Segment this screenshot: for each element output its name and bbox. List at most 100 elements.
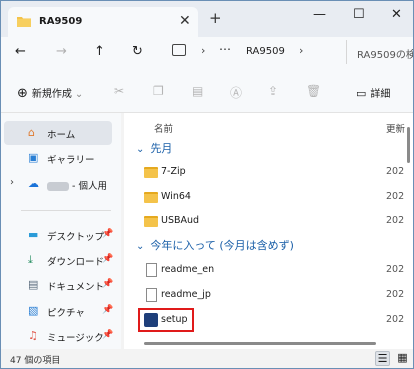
item-count: 47 個の項目 — [10, 356, 61, 366]
delete-icon[interactable]: 🗑 — [306, 84, 321, 98]
copy-icon[interactable]: ❐ — [153, 84, 164, 98]
list-item[interactable]: 7-Zip 202 — [144, 161, 413, 185]
cut-icon[interactable]: ✂ — [114, 84, 124, 98]
folder-icon — [144, 192, 158, 203]
folder-icon — [144, 167, 158, 178]
group-header[interactable]: ⌄ 今年に入って (今月は含めず) — [136, 237, 294, 253]
group-header[interactable]: ⌄ 先月 — [136, 140, 172, 156]
sidebar-item-gallery[interactable]: ▣ ギャラリー — [4, 146, 112, 170]
home-icon: ⌂ — [28, 126, 35, 139]
sidebar-item-label: ドキュメント — [47, 282, 105, 293]
close-window-button[interactable]: ✕ — [391, 7, 402, 22]
file-date: 202 — [386, 166, 405, 177]
tab-strip: RA9509 ✕ + — ☐ ✕ — [1, 1, 413, 37]
up-button[interactable]: ↑ — [94, 44, 105, 59]
refresh-button[interactable]: ↻ — [132, 44, 143, 59]
onedrive-icon: ☁ — [28, 177, 39, 190]
file-explorer-window: RA9509 ✕ + — ☐ ✕ ← → ↑ ↻ › ⋯ RA9509 › RA… — [0, 0, 414, 369]
navigation-pane: ⌂ ホーム ▣ ギャラリー › ☁ - 個人用 ▬ デスクトップ 📌 ⤓ ダウン… — [1, 113, 121, 349]
sidebar-item-home[interactable]: ⌂ ホーム — [4, 121, 112, 145]
pin-icon[interactable]: 📌 — [102, 229, 113, 239]
text-file-icon — [146, 288, 157, 302]
group-label: 今年に入って (今月は含めず) — [150, 239, 294, 252]
redacted-name — [47, 182, 69, 191]
file-date: 202 — [386, 264, 405, 275]
pin-icon[interactable]: 📌 — [102, 305, 113, 315]
breadcrumb-ra9509[interactable]: RA9509 — [246, 46, 285, 57]
new-label: 新規作成 — [31, 89, 72, 100]
chevron-right-icon[interactable]: › — [10, 177, 14, 188]
group-label: 先月 — [150, 142, 173, 155]
file-list: 名前 更新 ⌄ 先月 7-Zip 202 Win64 202 USBAud 202… — [124, 113, 413, 349]
chevron-right-icon: › — [201, 44, 206, 57]
command-bar: ⊕ 新規作成 ⌄ ✂ ❐ ▤ Ⓐ ⇪ 🗑 ▭ 詳細 — [1, 67, 413, 113]
sidebar-item-pictures[interactable]: ▧ ピクチャ 📌 — [4, 299, 113, 323]
details-pane-icon: ▭ — [356, 87, 367, 100]
details-label: 詳細 — [370, 89, 391, 100]
chevron-right-icon: › — [299, 44, 304, 57]
tiles-view-icon[interactable]: ▦ — [395, 351, 410, 366]
list-item[interactable]: Win64 202 — [144, 186, 413, 210]
column-header-name[interactable]: 名前 — [154, 121, 173, 135]
rename-icon[interactable]: Ⓐ — [230, 84, 242, 101]
horizontal-scrollbar[interactable] — [144, 342, 376, 345]
minimize-button[interactable]: — — [313, 7, 326, 22]
breadcrumb-overflow-button[interactable]: ⋯ — [219, 42, 231, 56]
new-button[interactable]: ⊕ 新規作成 ⌄ — [17, 85, 83, 101]
file-date: 202 — [386, 191, 405, 202]
new-tab-button[interactable]: + — [209, 9, 222, 27]
share-icon[interactable]: ⇪ — [268, 84, 278, 98]
sidebar-item-onedrive[interactable]: › ☁ - 個人用 — [4, 172, 112, 196]
divider — [21, 210, 111, 211]
sidebar-item-label: - 個人用 — [72, 181, 107, 192]
sidebar-item-label: ホーム — [47, 130, 76, 141]
vertical-scrollbar[interactable] — [407, 127, 410, 163]
documents-icon: ▤ — [28, 278, 39, 291]
status-bar: 47 個の項目 ☰ ▦ — [1, 349, 413, 368]
paste-icon[interactable]: ▤ — [192, 84, 203, 98]
file-name: readme_en — [161, 264, 215, 275]
computer-icon — [172, 44, 186, 56]
column-header-modified[interactable]: 更新 — [386, 121, 405, 135]
list-item[interactable]: readme_jp 202 — [144, 284, 413, 308]
pin-icon[interactable]: 📌 — [102, 254, 113, 264]
highlight-box — [138, 308, 194, 332]
file-name: readme_jp — [161, 289, 211, 300]
sidebar-item-documents[interactable]: ▤ ドキュメント 📌 — [4, 273, 113, 297]
list-item[interactable]: readme_en 202 — [144, 259, 413, 283]
chevron-down-icon: ⌄ — [136, 241, 145, 252]
forward-button[interactable]: → — [56, 44, 67, 59]
list-item[interactable]: USBAud 202 — [144, 210, 413, 234]
pin-icon[interactable]: 📌 — [102, 330, 113, 340]
file-date: 202 — [386, 215, 405, 226]
navigation-bar: ← → ↑ ↻ › ⋯ RA9509 › RA9509の検 — [1, 37, 413, 67]
sidebar-item-downloads[interactable]: ⤓ ダウンロード 📌 — [4, 248, 113, 272]
close-tab-icon[interactable]: ✕ — [179, 13, 191, 29]
sidebar-item-label: ミュージック — [47, 333, 104, 344]
tab-ra9509[interactable]: RA9509 ✕ — [8, 7, 198, 37]
sidebar-item-label: ピクチャ — [47, 308, 85, 319]
file-name: 7-Zip — [161, 166, 186, 177]
file-date: 202 — [386, 289, 405, 300]
sidebar-item-label: デスクトップ — [47, 232, 105, 243]
search-placeholder: RA9509の検 — [357, 50, 414, 61]
gallery-icon: ▣ — [28, 151, 39, 164]
chevron-down-icon: ⌄ — [74, 89, 84, 100]
sidebar-item-label: ダウンロード — [47, 257, 105, 268]
folder-icon — [144, 216, 158, 227]
plus-icon: ⊕ — [17, 86, 28, 101]
file-date: 202 — [386, 314, 405, 325]
sidebar-item-desktop[interactable]: ▬ デスクトップ 📌 — [4, 223, 113, 247]
details-pane-button[interactable]: ▭ 詳細 — [356, 85, 390, 100]
sidebar-item-music[interactable]: ♫ ミュージック 📌 — [4, 324, 113, 348]
details-view-icon[interactable]: ☰ — [375, 351, 390, 366]
search-input[interactable]: RA9509の検 — [346, 40, 414, 64]
sidebar-item-label: ギャラリー — [47, 155, 95, 166]
desktop-icon: ▬ — [28, 228, 39, 241]
file-name: Win64 — [161, 191, 191, 202]
music-icon: ♫ — [28, 329, 38, 342]
maximize-button[interactable]: ☐ — [353, 7, 365, 22]
back-button[interactable]: ← — [15, 44, 26, 59]
pin-icon[interactable]: 📌 — [102, 279, 113, 289]
sidebar-item-label-wrap: - 個人用 — [47, 178, 107, 192]
